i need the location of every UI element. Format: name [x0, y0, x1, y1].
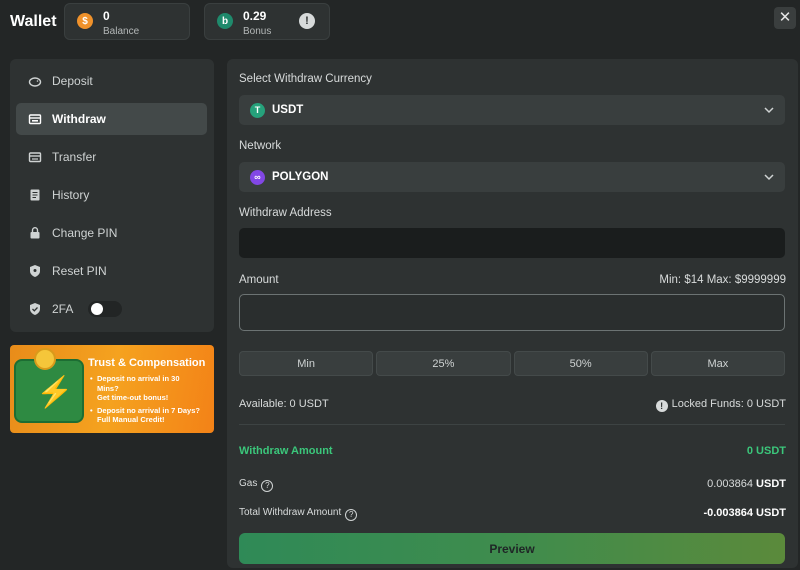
withdraw-icon [28, 112, 42, 126]
info-icon[interactable]: ! [299, 13, 315, 29]
sidebar-item-label: Deposit [52, 74, 93, 88]
bonus-coin-icon: b [217, 13, 233, 29]
history-icon [28, 188, 42, 202]
amount-input[interactable] [239, 294, 785, 331]
usdt-icon: T [250, 102, 265, 118]
max-button[interactable]: Max [650, 351, 785, 376]
sidebar-item-change-pin[interactable]: Change PIN [16, 217, 207, 249]
min-button[interactable]: Min [239, 351, 374, 376]
page-title: Wallet [10, 13, 57, 30]
network-label: Network [239, 140, 282, 152]
shield-icon [28, 264, 42, 278]
network-select[interactable]: ∞ POLYGON [239, 162, 785, 192]
gas-row-label: Gas? [239, 478, 274, 492]
sidebar-item-label: 2FA [52, 302, 74, 316]
close-button[interactable]: ✕ [774, 7, 796, 29]
sidebar: Deposit Withdraw Transfer History Change… [10, 59, 214, 332]
sidebar-item-2fa: 2FA [16, 293, 207, 325]
network-value: POLYGON [272, 171, 329, 183]
gas-label: Gas [239, 478, 258, 489]
sidebar-item-label: History [52, 188, 90, 202]
bonus-amount: 0.29 [243, 9, 267, 23]
25-percent-button[interactable]: 25% [376, 351, 511, 376]
gas-row-value: 0.003864 USDT [707, 478, 786, 490]
sidebar-item-history[interactable]: History [16, 179, 207, 211]
gas-unit: USDT [756, 478, 786, 490]
locked-funds-text: Locked Funds: 0 USDT [671, 398, 786, 410]
shield-check-icon [28, 302, 42, 316]
currency-value: USDT [272, 104, 304, 116]
withdraw-amount-label: Withdraw Amount [239, 445, 333, 457]
sidebar-item-transfer[interactable]: Transfer [16, 141, 207, 173]
total-row-label: Total Withdraw Amount? [239, 507, 358, 521]
chevron-down-icon [764, 107, 774, 114]
question-icon[interactable]: ? [345, 508, 358, 521]
amount-limits: Min: $14 Max: $9999999 [659, 274, 786, 286]
transfer-icon [28, 150, 42, 164]
total-value: -0.003864 [703, 507, 753, 519]
sidebar-item-label: Change PIN [52, 226, 118, 240]
amount-label: Amount [239, 274, 279, 286]
dollar-coin-icon: $ [77, 13, 93, 29]
promo-item: Deposit no arrival in 7 Days? [90, 406, 212, 416]
sidebar-item-reset-pin[interactable]: Reset PIN [16, 255, 207, 287]
toggle-knob [91, 303, 103, 315]
lightning-icon: ⚡ [36, 376, 74, 409]
locked-funds: ! Locked Funds: 0 USDT [655, 398, 786, 412]
withdraw-panel: Select Withdraw Currency T USDT Network … [227, 59, 798, 568]
total-unit: USDT [756, 507, 786, 519]
total-label: Total Withdraw Amount [239, 507, 342, 518]
sidebar-item-deposit[interactable]: Deposit [16, 65, 207, 97]
50-percent-button[interactable]: 50% [513, 351, 648, 376]
withdraw-address-input[interactable] [239, 228, 785, 258]
withdraw-amount-value: 0 USDT [746, 445, 786, 457]
promo-item-cont: Get time-out bonus! [97, 393, 169, 402]
quick-amount-buttons: Min 25% 50% Max [239, 351, 785, 376]
piggy-bank-icon [28, 74, 42, 88]
coin-illustration-icon [34, 348, 56, 370]
bonus-card[interactable]: b 0.29 Bonus ! [204, 3, 330, 40]
promo-item: Deposit no arrival in 30 [90, 374, 212, 384]
polygon-icon: ∞ [250, 169, 265, 185]
info-icon: ! [655, 400, 668, 412]
balance-amount: 0 [103, 9, 110, 23]
available-balance: Available: 0 USDT [239, 398, 329, 410]
gas-value: 0.003864 [707, 478, 753, 490]
sidebar-item-withdraw[interactable]: Withdraw [16, 103, 207, 135]
promo-title: Trust & Compensation [88, 357, 206, 369]
bonus-label: Bonus [243, 26, 272, 37]
divider [239, 424, 785, 425]
balance-card[interactable]: $ 0 Balance [64, 3, 190, 40]
balance-label: Balance [103, 26, 140, 37]
currency-select[interactable]: T USDT [239, 95, 785, 125]
address-label: Withdraw Address [239, 207, 332, 219]
lock-icon [28, 226, 42, 240]
sidebar-item-label: Transfer [52, 150, 97, 164]
promo-list: Deposit no arrival in 30 Mins? Get time-… [90, 374, 212, 425]
wallet-header: Wallet $ 0 Balance b 0.29 Bonus ! ✕ [0, 0, 800, 44]
promo-item-cont: Full Manual Credit! [97, 415, 165, 424]
sidebar-item-label: Withdraw [52, 112, 106, 126]
total-row-value: -0.003864 USDT [703, 507, 786, 519]
promo-item-cont: Mins? [97, 383, 119, 393]
preview-button[interactable]: Preview [239, 533, 785, 564]
trust-compensation-banner[interactable]: ⚡ Trust & Compensation Deposit no arriva… [10, 345, 214, 433]
chevron-down-icon [764, 174, 774, 181]
question-icon[interactable]: ? [261, 479, 274, 492]
2fa-toggle[interactable] [88, 301, 122, 317]
sidebar-item-label: Reset PIN [52, 264, 107, 278]
currency-label: Select Withdraw Currency [239, 73, 372, 85]
